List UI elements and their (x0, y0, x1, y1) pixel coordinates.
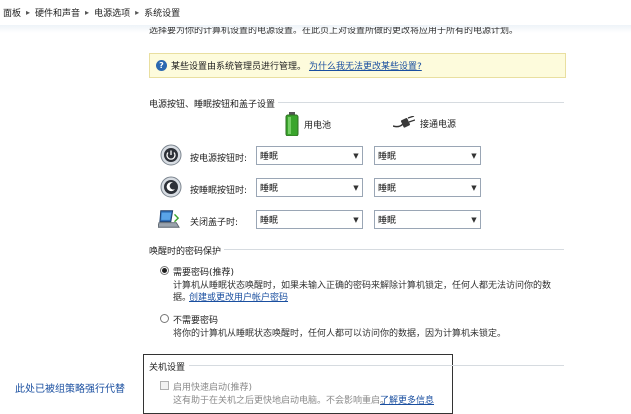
row-label-close-lid: 关闭盖子时: (190, 218, 239, 228)
chevron-down-icon: ▼ (353, 151, 359, 160)
select-value: 睡眠 (260, 216, 279, 226)
chevron-down-icon: ▼ (471, 215, 477, 224)
sleep-button-icon (160, 176, 182, 198)
section-divider (224, 249, 564, 250)
power-plug-icon (393, 116, 415, 128)
section-title-buttons: 电源按钮、睡眠按钮和盖子设置 (149, 100, 276, 110)
why-cant-change-link[interactable]: 为什么我无法更改某些设置? (309, 59, 422, 72)
chevron-down-icon: ▼ (471, 151, 477, 160)
fast-startup-label: 启用快速启动(推荐) (173, 383, 253, 393)
close-lid-battery-select[interactable]: 睡眠 ▼ (256, 210, 363, 229)
section-title-shutdown: 关机设置 (149, 363, 186, 373)
row-label-sleep-button: 按睡眠按钮时: (190, 186, 248, 196)
section-title-password: 唤醒时的密码保护 (149, 247, 222, 257)
page-description: 选择要为你的计算机设置的电源设置。在此页上对设置所做的更改将应用于所有的电源计划… (149, 27, 519, 36)
column-header-battery: 用电池 (285, 112, 331, 136)
select-value: 睡眠 (378, 216, 397, 226)
chevron-down-icon: ▼ (471, 183, 477, 192)
column-label-plugged: 接通电源 (420, 119, 457, 130)
breadcrumb-separator-icon[interactable]: ▸ (133, 8, 141, 17)
require-password-desc-line2: 据。 (173, 293, 192, 303)
breadcrumb-item-control-panel[interactable]: 面板 (0, 6, 24, 19)
policy-annotation: 此处已被组策略强行代替 (15, 384, 125, 395)
select-value: 睡眠 (260, 184, 279, 194)
select-value: 睡眠 (260, 152, 279, 162)
no-password-radio[interactable] (160, 314, 169, 323)
row-label-power-button: 按电源按钮时: (190, 154, 248, 164)
admin-info-banner: ? 某些设置由系统管理员进行管理。 为什么我无法更改某些设置? (149, 53, 566, 78)
help-shield-icon: ? (156, 60, 167, 71)
power-button-battery-select[interactable]: 睡眠 ▼ (256, 146, 363, 165)
require-password-radio[interactable] (160, 266, 169, 275)
sleep-button-plugged-select[interactable]: 睡眠 ▼ (374, 178, 481, 197)
select-value: 睡眠 (378, 152, 397, 162)
no-password-label[interactable]: 不需要密码 (173, 313, 218, 326)
breadcrumb-separator-icon[interactable]: ▸ (24, 8, 32, 17)
laptop-lid-icon (158, 210, 180, 228)
select-value: 睡眠 (378, 184, 397, 194)
battery-icon (285, 112, 299, 136)
power-button-plugged-select[interactable]: 睡眠 ▼ (374, 146, 481, 165)
column-label-battery: 用电池 (304, 120, 332, 131)
no-password-desc: 将你的计算机从睡眠状态唤醒时，任何人都可以访问你的数据，因为计算机未锁定。 (173, 329, 507, 339)
fast-startup-checkbox[interactable] (160, 381, 169, 390)
section-divider (278, 102, 564, 103)
column-header-plugged: 接通电源 (393, 116, 456, 130)
require-password-label[interactable]: 需要密码(推荐) (173, 265, 234, 278)
close-lid-plugged-select[interactable]: 睡眠 ▼ (374, 210, 481, 229)
admin-info-text: 某些设置由系统管理员进行管理。 (171, 62, 307, 72)
breadcrumb-item-system-settings: 系统设置 (144, 9, 181, 19)
chevron-down-icon: ▼ (353, 215, 359, 224)
breadcrumb-item-power-options[interactable]: 电源选项 (91, 6, 133, 19)
chevron-down-icon: ▼ (353, 183, 359, 192)
sleep-button-battery-select[interactable]: 睡眠 ▼ (256, 178, 363, 197)
breadcrumb: 面板 ▸ 硬件和声音 ▸ 电源选项 ▸ 系统设置 (0, 0, 631, 26)
breadcrumb-item-hardware-sound[interactable]: 硬件和声音 (32, 6, 83, 19)
section-divider (189, 365, 564, 366)
create-change-password-link[interactable]: 创建或更改用户帐户密码 (189, 290, 288, 303)
breadcrumb-separator-icon[interactable]: ▸ (83, 8, 91, 17)
power-button-icon (160, 144, 182, 166)
